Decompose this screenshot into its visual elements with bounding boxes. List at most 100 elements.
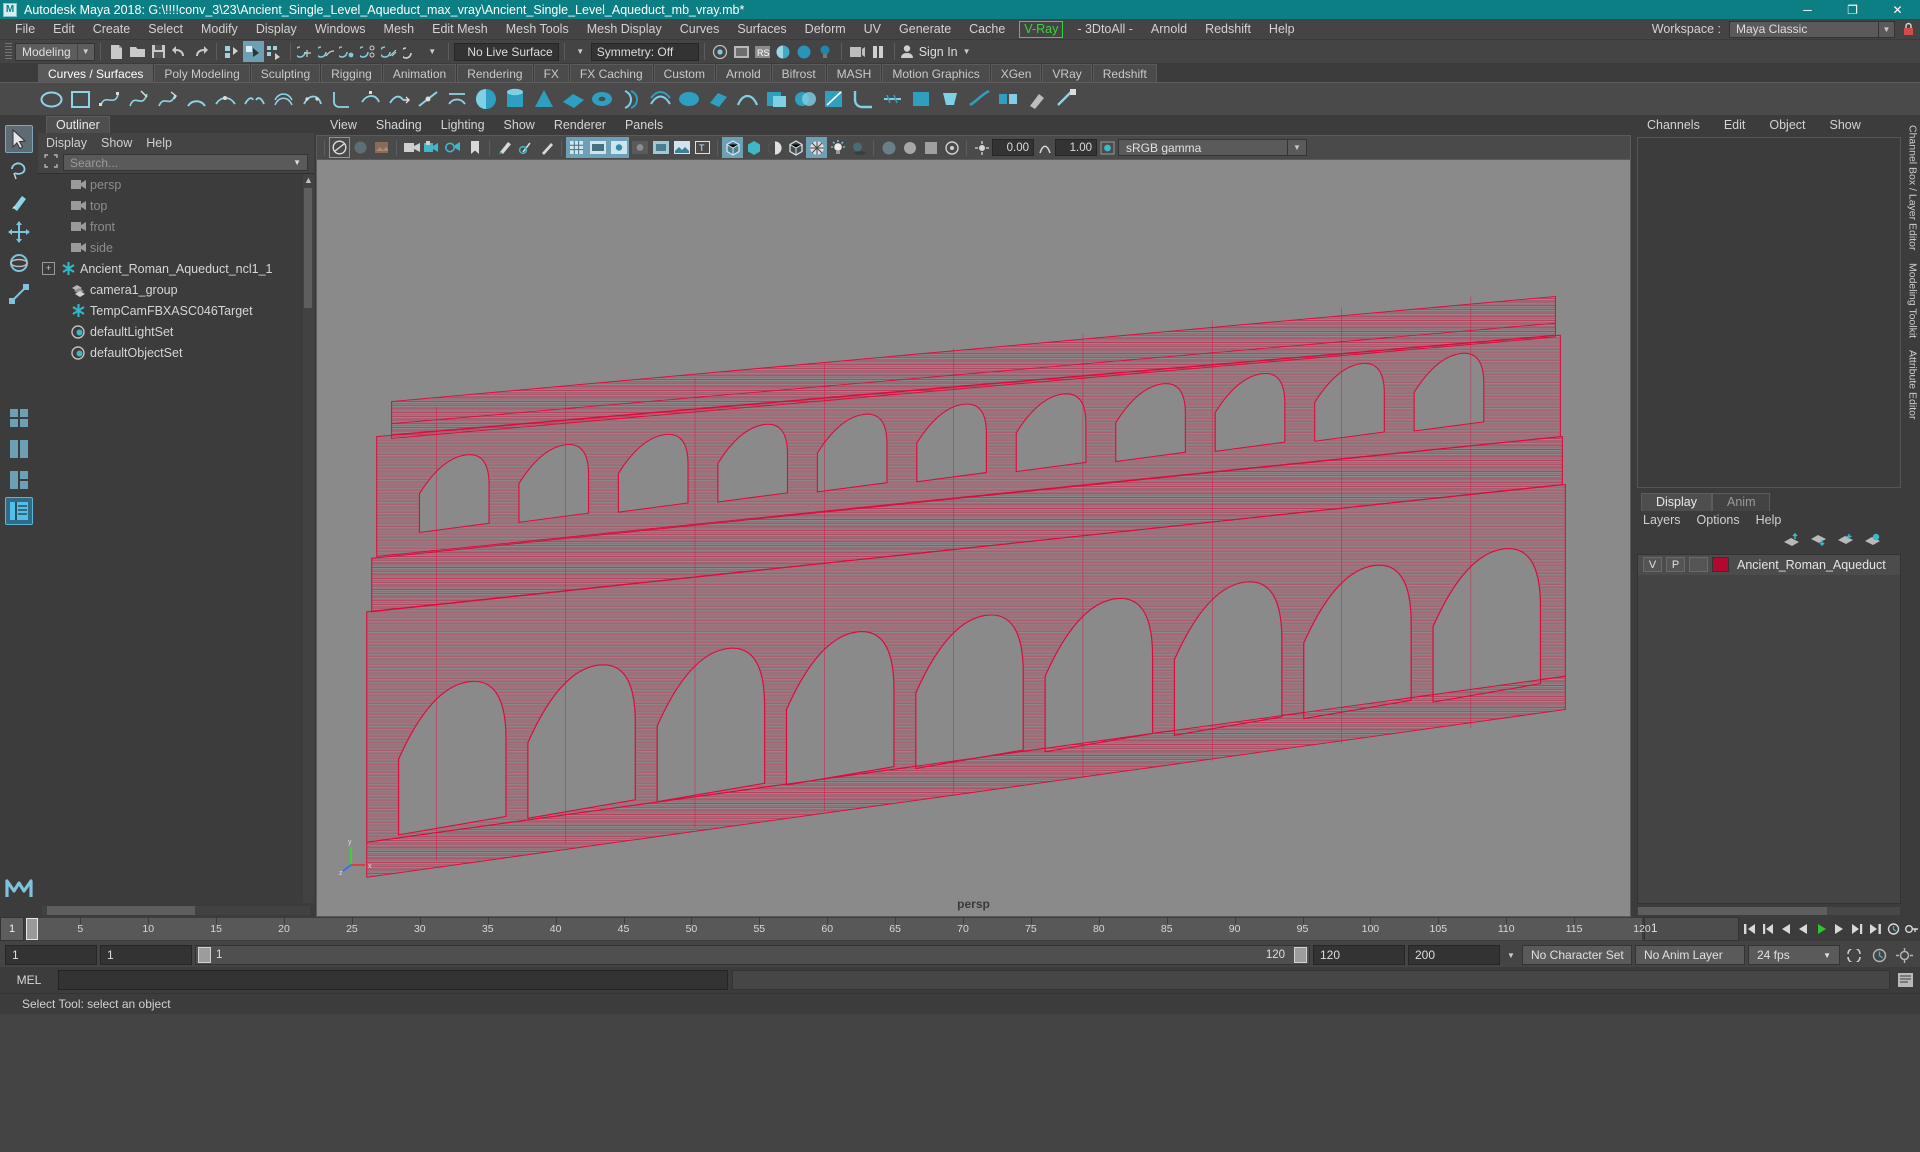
outliner-horizontal-scrollbar[interactable]: [38, 903, 314, 917]
gamma-field[interactable]: 1.00: [1055, 139, 1097, 156]
multisample-icon[interactable]: [920, 137, 941, 158]
circle-curve-icon[interactable]: [38, 86, 65, 113]
menu-mesh-tools[interactable]: Mesh Tools: [497, 19, 578, 39]
intersect-icon[interactable]: [792, 86, 819, 113]
step-back-button[interactable]: [1759, 919, 1776, 939]
menu-3dtoall[interactable]: - 3DtoAll -: [1068, 19, 1142, 39]
menu-surfaces[interactable]: Surfaces: [728, 19, 795, 39]
square-surface-icon[interactable]: [908, 86, 935, 113]
previous-key-button[interactable]: [1777, 919, 1794, 939]
layer-color-swatch[interactable]: [1712, 557, 1729, 572]
paint-select-tool-button[interactable]: [5, 187, 33, 215]
menu-file[interactable]: File: [6, 19, 44, 39]
surface-fillet-blend-icon[interactable]: [966, 86, 993, 113]
viewport-canvas[interactable]: y x z persp: [316, 159, 1631, 917]
outliner-menu-show[interactable]: Show: [101, 136, 132, 150]
time-slider-start-frame[interactable]: 1: [0, 917, 24, 941]
camera-settings-icon[interactable]: [443, 137, 464, 158]
make-live-button[interactable]: [401, 41, 422, 62]
outliner-layout-button[interactable]: [5, 497, 33, 525]
menu-help[interactable]: Help: [1260, 19, 1304, 39]
sign-in-area[interactable]: Sign In ▼: [900, 44, 971, 59]
grid-toggle-icon[interactable]: [566, 137, 587, 158]
viewport-menu-show[interactable]: Show: [504, 118, 535, 132]
script-editor-icon[interactable]: [1894, 970, 1916, 990]
texture-display-icon[interactable]: [671, 137, 692, 158]
torus-icon[interactable]: [589, 86, 616, 113]
color-profile-dropdown[interactable]: sRGB gamma: [1118, 139, 1288, 156]
command-input[interactable]: [58, 970, 728, 990]
range-end-handle[interactable]: [1294, 947, 1307, 963]
lock-icon[interactable]: [1900, 21, 1916, 38]
curve-edit-tool-icon[interactable]: [415, 86, 442, 113]
shade-lighting-icon[interactable]: [764, 137, 785, 158]
move-layer-down-icon[interactable]: [1810, 533, 1827, 549]
shelf-tab-mash[interactable]: MASH: [826, 64, 882, 82]
menu-cache[interactable]: Cache: [960, 19, 1014, 39]
redo-button[interactable]: [190, 41, 211, 62]
bookmark-sphere-icon[interactable]: [350, 137, 371, 158]
outliner-list[interactable]: persp top front side + Ancient_Roman_Aqu…: [38, 173, 314, 903]
go-to-end-button[interactable]: [1867, 919, 1884, 939]
insert-knot-icon[interactable]: [357, 86, 384, 113]
wireframe-shading-icon[interactable]: [722, 137, 743, 158]
depth-of-field-icon[interactable]: [941, 137, 962, 158]
motion-blur-icon[interactable]: [899, 137, 920, 158]
aqueduct-wireframe-model[interactable]: [317, 160, 1630, 916]
menu-create[interactable]: Create: [84, 19, 140, 39]
sculpt-geometry-icon[interactable]: [1024, 86, 1051, 113]
minimize-button[interactable]: ─: [1785, 0, 1830, 19]
menu-generate[interactable]: Generate: [890, 19, 960, 39]
render-view-button[interactable]: [794, 41, 815, 62]
shelf-tab-rendering[interactable]: Rendering: [457, 64, 533, 82]
new-layer-icon[interactable]: [1837, 533, 1854, 549]
workspace-dropdown[interactable]: Maya Classic: [1729, 20, 1879, 38]
menu-edit[interactable]: Edit: [44, 19, 84, 39]
shelf-tab-fx-caching[interactable]: FX Caching: [569, 64, 653, 82]
undo-button[interactable]: [169, 41, 190, 62]
channelbox-menu-edit[interactable]: Edit: [1724, 118, 1746, 132]
time-slider-playhead[interactable]: [26, 918, 38, 940]
surface-edit-icon[interactable]: [1053, 86, 1080, 113]
outliner-item-default-object-set[interactable]: defaultObjectSet: [38, 342, 314, 363]
render-current-frame-button[interactable]: [710, 41, 731, 62]
menu-select[interactable]: Select: [139, 19, 192, 39]
chevron-down-icon[interactable]: ▼: [963, 47, 971, 56]
ep-curve-icon[interactable]: [125, 86, 152, 113]
channelbox-menu-channels[interactable]: Channels: [1647, 118, 1700, 132]
light-button[interactable]: [815, 41, 836, 62]
auto-key-button[interactable]: [1903, 919, 1920, 939]
grease-pencil-frame-icon[interactable]: [515, 137, 536, 158]
bevel-icon[interactable]: [937, 86, 964, 113]
gamma-icon[interactable]: [1034, 137, 1055, 158]
select-hierarchy-button[interactable]: [222, 41, 243, 62]
expand-toggle-icon[interactable]: +: [42, 262, 55, 275]
play-forwards-button[interactable]: [1813, 919, 1830, 939]
shelf-tab-rigging[interactable]: Rigging: [321, 64, 382, 82]
menu-deform[interactable]: Deform: [796, 19, 855, 39]
range-start-handle[interactable]: [198, 947, 211, 963]
layer-name[interactable]: Ancient_Roman_Aqueduct: [1737, 558, 1886, 572]
bookmark-icon[interactable]: [464, 137, 485, 158]
menu-mesh[interactable]: Mesh: [375, 19, 424, 39]
detach-curve-icon[interactable]: [241, 86, 268, 113]
open-scene-button[interactable]: [127, 41, 148, 62]
screen-space-ao-icon[interactable]: [878, 137, 899, 158]
exposure-icon[interactable]: [971, 137, 992, 158]
attach-surfaces-icon[interactable]: [995, 86, 1022, 113]
shelf-tab-sculpting[interactable]: Sculpting: [250, 64, 321, 82]
new-scene-button[interactable]: [106, 41, 127, 62]
scrollbar-track[interactable]: [1638, 906, 1900, 915]
shelf-tab-vray[interactable]: VRay: [1042, 64, 1092, 82]
scrollbar-thumb[interactable]: [47, 905, 195, 915]
viewport-menu-view[interactable]: View: [330, 118, 357, 132]
animation-start-time-field[interactable]: 1: [5, 945, 97, 965]
grease-pencil-icon[interactable]: [494, 137, 515, 158]
select-filter-icon[interactable]: [44, 154, 58, 171]
cv-curve-icon[interactable]: [96, 86, 123, 113]
chevron-down-icon[interactable]: ▼: [1823, 951, 1831, 960]
select-tool-button[interactable]: [5, 125, 33, 153]
scrollbar-track[interactable]: [42, 905, 310, 915]
move-layer-up-icon[interactable]: [1783, 532, 1800, 549]
three-pane-layout-button[interactable]: [5, 466, 33, 494]
